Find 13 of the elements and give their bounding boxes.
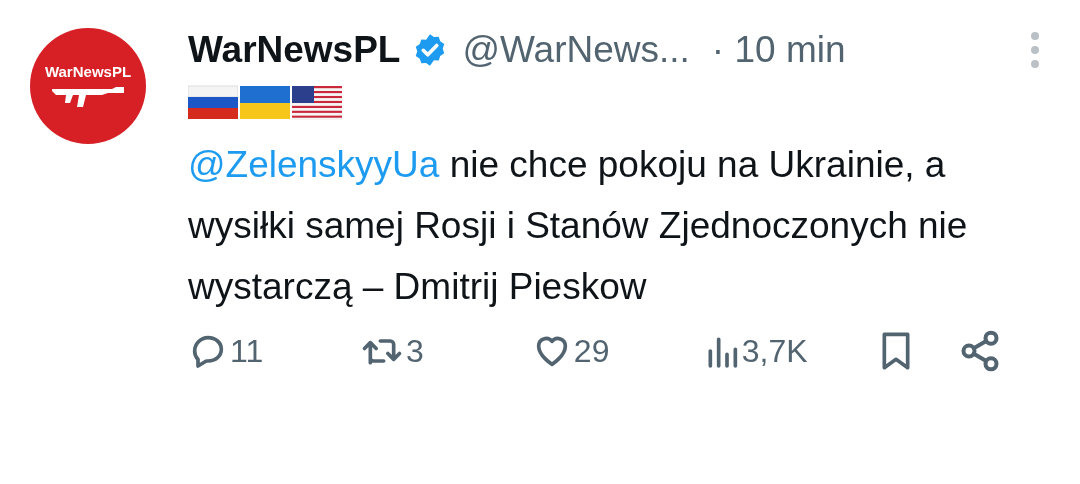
views-button[interactable]: 3,7K	[703, 327, 876, 375]
post-time[interactable]: · 10 min	[711, 22, 846, 78]
post-text: @ZelenskyyUa nie chce pokoju na Ukrainie, a wysiłki samej Rosji i Stanów Zjednoczonych nie wystarczą – Dmitrij Pieskow	[188, 143, 969, 309]
retweet-button[interactable]: 3	[359, 327, 532, 375]
flag-icon	[240, 84, 290, 120]
author-name[interactable]: WarNewsPL	[188, 22, 401, 78]
like-button[interactable]: 29	[531, 327, 704, 375]
flag-icon	[188, 84, 238, 120]
author-handle[interactable]: @WarNews...	[462, 22, 690, 78]
reply-button[interactable]: 11	[188, 327, 360, 375]
avatar[interactable]: WarNewsPL	[30, 28, 146, 144]
flag-icon	[292, 84, 342, 120]
logo-text: WarNewsPL	[44, 63, 132, 79]
